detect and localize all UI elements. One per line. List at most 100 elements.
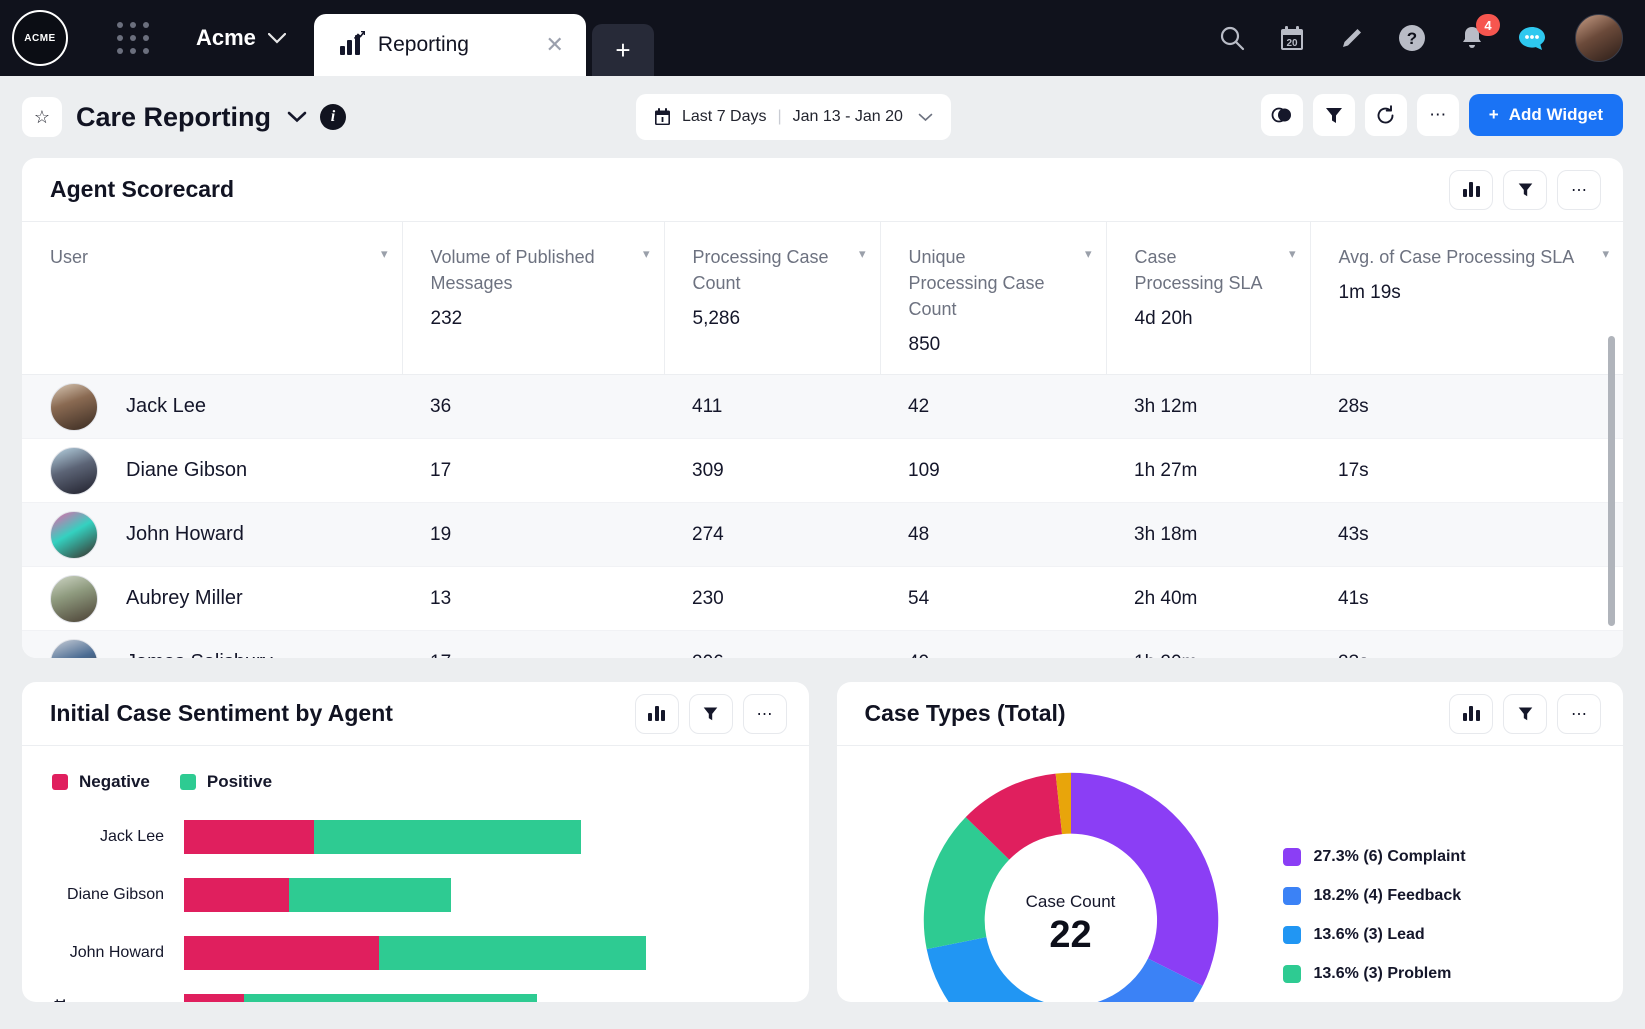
column-total: 5,286	[692, 308, 741, 330]
org-name: Acme	[196, 25, 256, 50]
legend-item-problem[interactable]: 13.6% (3) Problem	[1282, 965, 1466, 983]
legend-label: 27.3% (6) Complaint	[1313, 848, 1466, 865]
column-header-user[interactable]: User ▾	[22, 222, 403, 376]
legend-swatch	[52, 774, 68, 790]
chevron-down-icon[interactable]	[287, 111, 307, 123]
info-icon[interactable]: i	[320, 104, 347, 130]
avatar	[50, 446, 98, 495]
apps-grid-icon[interactable]	[114, 19, 152, 57]
chevron-down-icon[interactable]: ▾	[1085, 246, 1092, 262]
bar-segment-positive	[244, 994, 537, 1002]
widget-header: Initial Case Sentiment by Agent ⋯	[22, 682, 809, 746]
column-header-volume[interactable]: Volume of Published Messages 232 ▾	[402, 222, 665, 376]
filter-button[interactable]	[1312, 94, 1355, 136]
tab-reporting[interactable]: Reporting ✕	[313, 14, 586, 76]
widget-title: Case Types (Total)	[864, 700, 1066, 726]
legend-item-complaint[interactable]: 27.3% (6) Complaint	[1282, 848, 1466, 866]
chart-legend: Negative Positive	[22, 746, 809, 792]
favorite-star-icon[interactable]: ☆	[22, 97, 62, 137]
chevron-down-icon[interactable]: ▾	[1289, 246, 1296, 262]
table-row[interactable]: Aubrey Miller 13 230 54 2h 40m 41s	[22, 566, 1623, 632]
pencil-icon[interactable]	[1335, 21, 1369, 55]
cell-avg-sla: 23s	[1310, 630, 1623, 658]
cell-volume: 13	[402, 566, 664, 632]
bar-segment-positive	[314, 820, 581, 854]
column-header-avg-case-processing-sla[interactable]: Avg. of Case Processing SLA 1m 19s ▾	[1310, 222, 1623, 376]
widget-header: Case Types (Total) ⋯	[836, 682, 1623, 746]
chart-view-button[interactable]	[1449, 693, 1493, 734]
legend-item-positive[interactable]: Positive	[179, 772, 272, 792]
column-label: Avg. of Case Processing SLA	[1338, 247, 1575, 267]
avatar	[50, 510, 98, 559]
calendar-icon[interactable]: 20	[1275, 21, 1309, 55]
add-widget-button[interactable]: + Add Widget	[1468, 94, 1623, 136]
date-range-label: Jan 13 - Jan 20	[792, 108, 903, 125]
table-row[interactable]: James Salisbury 17 206 49 1h 20m 23s	[22, 630, 1623, 658]
table-row[interactable]: Jack Lee 36 411 42 3h 12m 28s	[22, 374, 1623, 440]
more-options-button[interactable]: ⋯	[1557, 169, 1601, 210]
bar-chart-icon	[1462, 182, 1480, 197]
more-options-button[interactable]: ⋯	[1416, 94, 1459, 136]
bar-segment-positive	[289, 878, 451, 912]
date-separator: |	[777, 108, 782, 125]
new-tab-button[interactable]: +	[591, 24, 654, 76]
sentiment-bar-chart: Agent Jack Lee Diane Gibson	[22, 792, 809, 1002]
bell-icon[interactable]: 4	[1455, 14, 1500, 55]
cell-unique: 49	[880, 630, 1106, 658]
column-header-processing-case-count[interactable]: Processing Case Count 5,286 ▾	[664, 222, 881, 376]
search-icon[interactable]	[1215, 21, 1249, 55]
case-count-value: 22	[1049, 914, 1092, 956]
more-options-button[interactable]: ⋯	[742, 693, 787, 734]
cell-user: James Salisbury	[22, 630, 402, 658]
cell-processing: 206	[664, 630, 880, 658]
chart-view-button[interactable]	[634, 693, 679, 734]
top-navigation-bar: ACME Acme Reporting ✕ + 20 ? 4	[0, 0, 1645, 76]
acme-logo[interactable]: ACME	[12, 10, 68, 66]
column-header-unique-processing-case-count[interactable]: Unique Processing Case Count 850 ▾	[880, 222, 1107, 376]
chat-icon[interactable]	[1515, 21, 1549, 55]
cell-user: John Howard	[22, 502, 402, 568]
cell-processing: 411	[664, 374, 880, 440]
table-row[interactable]: Diane Gibson 17 309 109 1h 27m 17s	[22, 438, 1623, 504]
refresh-button[interactable]	[1364, 94, 1407, 136]
table-scrollbar[interactable]	[1608, 336, 1615, 626]
chart-view-button[interactable]	[1449, 169, 1493, 210]
cell-unique: 54	[880, 566, 1106, 632]
column-header-case-processing-sla[interactable]: Case Processing SLA 4d 20h ▾	[1106, 222, 1311, 376]
user-name: Diane Gibson	[126, 459, 248, 482]
legend-label: 18.2% (4) Feedback	[1313, 887, 1462, 904]
chevron-down-icon[interactable]: ▾	[643, 246, 650, 262]
help-icon[interactable]: ?	[1395, 21, 1429, 55]
legend-item-feedback[interactable]: 18.2% (4) Feedback	[1282, 887, 1466, 905]
contrast-toggle-button[interactable]	[1260, 94, 1303, 136]
bar-stack[interactable]	[184, 878, 451, 912]
close-icon[interactable]: ✕	[545, 32, 563, 58]
legend-swatch	[179, 774, 196, 790]
legend-item-negative[interactable]: Negative	[52, 772, 150, 792]
chevron-down-icon[interactable]: ▾	[381, 246, 388, 262]
bar-stack[interactable]	[184, 820, 581, 854]
filter-button[interactable]	[688, 693, 733, 734]
widget-title: Agent Scorecard	[50, 176, 235, 202]
legend-item-lead[interactable]: 13.6% (3) Lead	[1282, 926, 1466, 944]
chevron-down-icon[interactable]: ▾	[1602, 246, 1609, 262]
filter-button[interactable]	[1503, 169, 1547, 210]
cell-unique: 48	[880, 502, 1106, 568]
bar-stack[interactable]	[184, 994, 537, 1002]
cell-processing: 274	[664, 502, 880, 568]
bar-row: Diane Gibson	[22, 866, 809, 924]
calendar-icon	[655, 108, 670, 125]
cell-processing: 309	[664, 438, 880, 504]
filter-icon	[703, 707, 718, 721]
date-range-picker[interactable]: Last 7 Days | Jan 13 - Jan 20	[636, 94, 951, 140]
table-row[interactable]: John Howard 19 274 48 3h 18m 43s	[22, 502, 1623, 568]
cell-sla: 1h 20m	[1106, 630, 1310, 658]
cell-avg-sla: 41s	[1310, 566, 1623, 632]
chevron-down-icon[interactable]: ▾	[859, 246, 866, 262]
bar-stack[interactable]	[184, 936, 646, 970]
filter-button[interactable]	[1503, 693, 1547, 734]
org-switcher[interactable]: Acme	[196, 25, 286, 51]
more-options-button[interactable]: ⋯	[1557, 693, 1601, 734]
bar-segment-negative	[184, 820, 314, 854]
user-avatar[interactable]	[1575, 14, 1623, 62]
